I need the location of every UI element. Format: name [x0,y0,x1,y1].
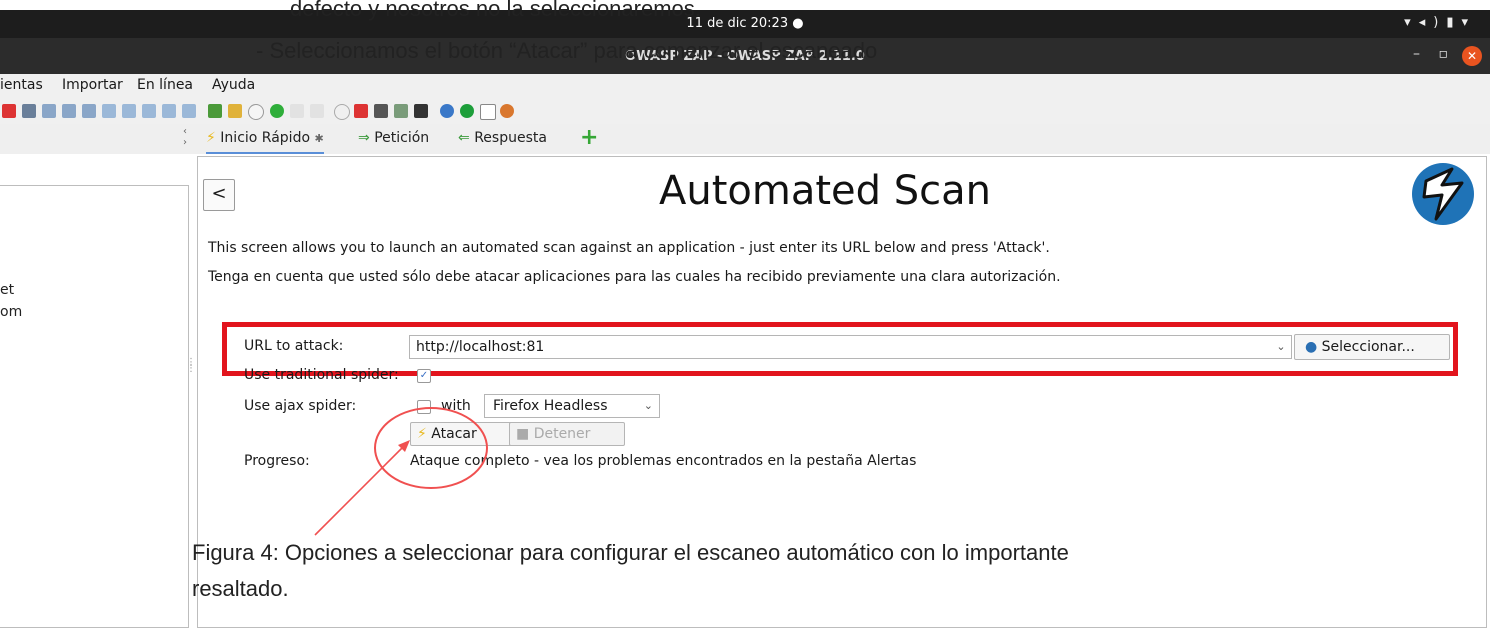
traditional-spider-label: Use traditional spider: [244,367,399,383]
tab-quick-start-label: Inicio Rápido [220,130,311,146]
bulb-icon[interactable] [248,104,264,120]
sites-tree: et om [0,185,189,628]
wifi-icon[interactable]: ▾ [1404,15,1419,30]
break-icon[interactable] [270,104,284,118]
cross-icon[interactable] [354,104,368,118]
layout-icon[interactable] [82,104,96,118]
tab-request-label: Petición [374,130,430,146]
add-tab-button[interactable]: + [580,125,598,150]
site-icon[interactable] [208,104,222,118]
terminal-icon[interactable] [22,104,36,118]
menu-tools[interactable]: ientas [0,77,43,93]
menu-help[interactable]: Ayuda [212,77,255,93]
tree-item[interactable]: om [0,304,22,320]
tab-quick-start[interactable]: ⚡ Inicio Rápido ✱ [206,130,324,154]
document-text-line-2: - Seleccionamos el botón “Atacar” para c… [256,38,878,63]
layout-icon[interactable] [62,104,76,118]
toolbar [0,98,1490,125]
tree-item[interactable]: et [0,282,14,298]
battery-icon[interactable]: ▮ [1446,15,1461,30]
page-title: Automated Scan [659,168,991,214]
menu-import[interactable]: Importar [62,77,123,93]
authorization-warning: Tenga en cuenta que usted sólo debe atac… [208,269,1061,285]
panel-icon[interactable] [162,104,176,118]
stop-button[interactable]: ■ Detener [509,422,625,446]
stop-icon[interactable] [334,104,350,120]
clock[interactable]: 11 de dic 20:23 ● [0,16,1490,31]
close-button[interactable]: ✕ [1462,46,1482,66]
grid-icon[interactable] [374,104,388,118]
panel-icon[interactable] [142,104,156,118]
pin-icon: ✱ [314,132,324,145]
minimize-button[interactable]: – [1413,46,1420,62]
browser-icon[interactable] [500,104,514,118]
splitter-handle[interactable]: ⋮ ⋮ [186,358,196,374]
report-icon[interactable] [394,104,408,118]
figure-caption-line-2: resaltado. [192,576,289,601]
annotation-circle [374,407,488,489]
scan-description: This screen allows you to launch an auto… [208,240,1050,256]
annotation-overlay [314,407,488,536]
lightning-icon: ⚡ [206,130,216,146]
volume-icon[interactable]: ◂) [1419,15,1447,30]
figure-caption-line-1: Figura 4: Opciones a seleccionar para co… [192,540,1069,565]
chevron-down-icon: ⌄ [643,399,653,412]
traditional-spider-checkbox[interactable]: ✓ [417,369,431,383]
tab-scroll-arrows[interactable]: ‹ › [183,126,187,148]
tab-bar: ‹ › ⚡ Inicio Rápido ✱ ⇒ Petición ⇐ Respue… [0,124,1490,154]
delete-icon[interactable] [2,104,16,118]
note-icon[interactable] [480,104,496,120]
panel-icon[interactable] [182,104,196,118]
maximize-button[interactable]: ▫ [1439,46,1449,62]
document-top-margin [0,0,1490,10]
record-icon[interactable] [460,104,474,118]
play-icon[interactable] [310,104,324,118]
document-text-line-1: defecto y nosotros no la seleccionaremos… [290,0,701,21]
tab-request[interactable]: ⇒ Petición [358,130,429,146]
scan-icon[interactable] [440,104,454,118]
arrow-right-icon: ⇒ [358,130,370,146]
tab-response[interactable]: ⇐ Respuesta [458,130,547,146]
arrow-left-icon: ⇐ [458,130,470,146]
monitor-icon[interactable] [414,104,428,118]
back-button[interactable]: < [203,179,235,211]
step-icon[interactable] [290,104,304,118]
stop-button-label: Detener [533,426,591,442]
system-tray[interactable]: ▾◂)▮▾ [1404,15,1476,30]
panel-icon[interactable] [122,104,136,118]
tab-response-label: Respuesta [474,130,547,146]
script-icon[interactable] [228,104,242,118]
zap-logo-icon [1412,163,1474,225]
annotation-arrow [314,443,407,536]
layout-icon[interactable] [42,104,56,118]
highlight-box [222,322,1458,376]
menu-bar: ientas Importar En línea Ayuda [0,74,1490,98]
menu-online[interactable]: En línea [137,77,193,93]
chevron-down-icon[interactable]: ▾ [1461,15,1476,30]
panel-icon[interactable] [102,104,116,118]
system-top-bar: 11 de dic 20:23 ● ▾◂)▮▾ [0,10,1490,38]
